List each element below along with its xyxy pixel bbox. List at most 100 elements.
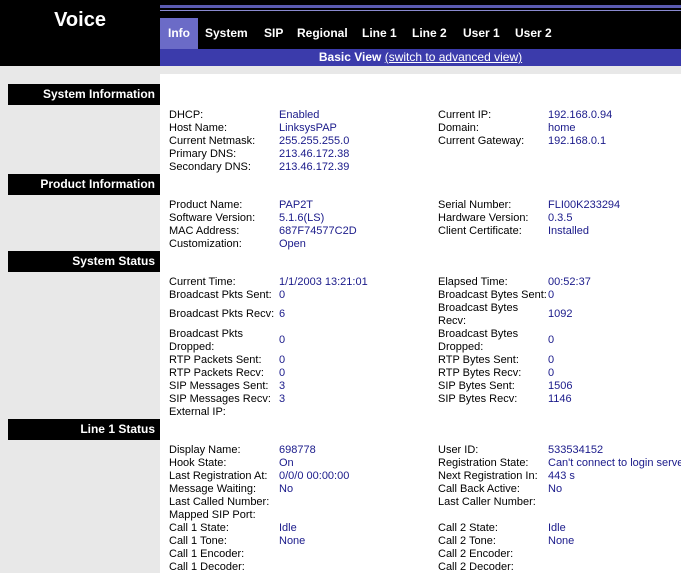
bcast-pkts-sent-value: 0 — [279, 289, 286, 301]
bcast-pkts-dropped-label-1: Broadcast Pkts — [169, 328, 243, 340]
section-system-status: System Status — [8, 251, 681, 272]
display-name-label: Display Name: — [169, 444, 241, 456]
message-waiting-label: Message Waiting: — [169, 483, 257, 495]
host-value: LinksysPAP — [279, 122, 337, 134]
call2-tone-value: None — [548, 535, 575, 547]
call-back-active-value: No — [548, 483, 563, 495]
current-time-value: 1/1/2003 13:21:01 — [279, 276, 368, 288]
call2-tone-label: Call 2 Tone: — [438, 535, 496, 547]
sip-msgs-sent-value: 3 — [279, 380, 286, 392]
dhcp-value: Enabled — [279, 109, 320, 121]
call2-encoder-label: Call 2 Encoder: — [438, 548, 514, 560]
sip-bytes-sent-value: 1506 — [548, 380, 573, 392]
tab-regional[interactable]: Regional — [297, 18, 348, 49]
gateway-label: Current Gateway: — [438, 135, 525, 147]
view-bar: Basic View (switch to advanced view) — [160, 49, 681, 66]
hook-state-value: On — [279, 457, 294, 469]
host-label: Host Name: — [169, 122, 228, 134]
user-id-value: 533534152 — [548, 444, 604, 456]
app-title: Voice — [54, 9, 106, 31]
bcast-pkts-recv-label: Broadcast Pkts Recv: — [169, 308, 275, 320]
bcast-bytes-sent-value: 0 — [548, 289, 555, 301]
client-cert-label: Client Certificate: — [438, 225, 522, 237]
tab-sip[interactable]: SIP — [264, 18, 283, 49]
primary-dns-value: 213.46.172.38 — [279, 148, 350, 160]
registration-state-label: Registration State: — [438, 457, 529, 469]
netmask-label: Current Netmask: — [169, 135, 256, 147]
mapped-sip-port-label: Mapped SIP Port: — [169, 509, 256, 521]
sip-msgs-recv-value: 3 — [279, 393, 286, 405]
display-name-value: 698778 — [279, 444, 316, 456]
domain-value: home — [548, 122, 576, 134]
last-registration-value: 0/0/0 00:00:00 — [279, 470, 350, 482]
gateway-value: 192.168.0.1 — [548, 135, 607, 147]
basic-view-label: Basic View — [318, 50, 382, 64]
mac-address-value: 687F74577C2D — [279, 225, 357, 237]
call1-decoder-label: Call 1 Decoder: — [169, 561, 245, 573]
sip-bytes-sent-label: SIP Bytes Sent: — [438, 380, 515, 392]
call2-state-label: Call 2 State: — [438, 522, 498, 534]
call1-tone-value: None — [279, 535, 306, 547]
call1-state-value: Idle — [279, 522, 297, 534]
dhcp-label: DHCP: — [169, 109, 204, 121]
rtp-bytes-sent-label: RTP Bytes Sent: — [438, 354, 519, 366]
primary-dns-label: Primary DNS: — [169, 148, 237, 160]
call1-state-label: Call 1 State: — [169, 522, 229, 534]
bcast-pkts-dropped-value: 0 — [279, 334, 286, 346]
rtp-pkts-sent-value: 0 — [279, 354, 286, 366]
sip-bytes-recv-value: 1146 — [548, 393, 572, 405]
bcast-bytes-sent-label: Broadcast Bytes Sent: — [438, 289, 547, 301]
bcast-bytes-dropped-value: 0 — [548, 334, 555, 346]
bcast-bytes-dropped-label-2: Dropped: — [438, 341, 484, 353]
current-time-label: Current Time: — [169, 276, 236, 288]
sip-bytes-recv-label: SIP Bytes Recv: — [438, 393, 518, 405]
domain-label: Domain: — [438, 122, 479, 134]
customization-label: Customization: — [169, 238, 242, 250]
tab-user2[interactable]: User 2 — [515, 18, 552, 49]
hook-state-label: Hook State: — [169, 457, 227, 469]
secondary-dns-label: Secondary DNS: — [169, 161, 251, 173]
last-caller-number-label: Last Caller Number: — [438, 496, 536, 508]
rtp-pkts-recv-label: RTP Packets Recv: — [169, 367, 264, 379]
serial-number-value: FLI00K233294 — [548, 199, 621, 211]
tab-line2[interactable]: Line 2 — [412, 18, 447, 49]
external-ip-label: External IP: — [169, 406, 226, 418]
rtp-bytes-sent-value: 0 — [548, 354, 555, 366]
current-ip-value: 192.168.0.94 — [548, 109, 613, 121]
product-name-value: PAP2T — [279, 199, 314, 211]
sip-msgs-sent-label: SIP Messages Sent: — [169, 380, 269, 392]
tab-info[interactable]: Info — [160, 18, 198, 49]
call1-tone-label: Call 1 Tone: — [169, 535, 227, 547]
customization-value: Open — [279, 238, 306, 250]
bcast-bytes-dropped-label-1: Broadcast Bytes — [438, 328, 519, 340]
section-title: System Status — [8, 251, 160, 272]
switch-advanced-link[interactable]: (switch to advanced view) — [385, 50, 522, 64]
bcast-bytes-recv-label-1: Broadcast Bytes — [438, 302, 519, 314]
current-ip-label: Current IP: — [438, 109, 492, 121]
section-system-information: System Information — [8, 84, 681, 105]
rtp-bytes-recv-value: 0 — [548, 367, 555, 379]
bcast-pkts-sent-label: Broadcast Pkts Sent: — [169, 289, 272, 301]
elapsed-time-value: 00:52:37 — [548, 276, 591, 288]
voice-logo: Voice — [0, 0, 160, 66]
tab-line1[interactable]: Line 1 — [362, 18, 397, 49]
mac-address-label: MAC Address: — [169, 225, 240, 237]
call-back-active-label: Call Back Active: — [438, 483, 520, 495]
user-id-label: User ID: — [438, 444, 479, 456]
product-name-label: Product Name: — [169, 199, 243, 211]
tab-user1[interactable]: User 1 — [463, 18, 500, 49]
sip-msgs-recv-label: SIP Messages Recv: — [169, 393, 271, 405]
section-title: Product Information — [8, 174, 160, 195]
section-line1-status: Line 1 Status — [8, 419, 681, 440]
hardware-version-value: 0.3.5 — [548, 212, 573, 224]
software-version-value: 5.1.6(LS) — [279, 212, 325, 224]
next-registration-value: 443 s — [548, 470, 575, 482]
tab-system[interactable]: System — [205, 18, 248, 49]
left-pane — [0, 66, 160, 573]
call2-decoder-label: Call 2 Decoder: — [438, 561, 514, 573]
content-top-gap — [160, 66, 681, 74]
client-cert-value: Installed — [548, 225, 589, 237]
call1-encoder-label: Call 1 Encoder: — [169, 548, 245, 560]
rtp-pkts-recv-value: 0 — [279, 367, 286, 379]
hardware-version-label: Hardware Version: — [438, 212, 529, 224]
